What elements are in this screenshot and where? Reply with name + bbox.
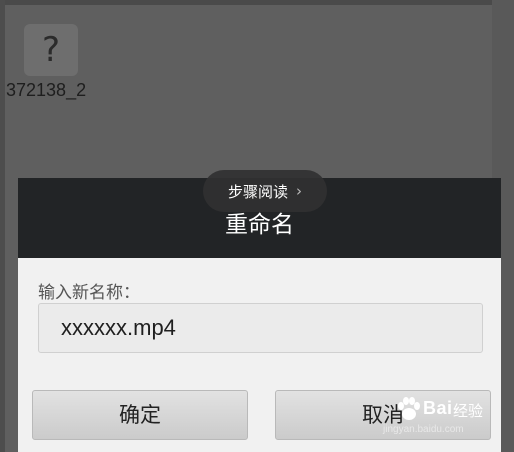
unknown-file-icon[interactable]: ? [24, 24, 78, 76]
baidu-paw-icon [398, 397, 420, 420]
new-name-input[interactable] [38, 303, 483, 353]
question-mark-glyph: ? [41, 30, 61, 70]
file-name-label: 372138_2 [6, 80, 87, 100]
window-left-edge [0, 0, 5, 452]
chevron-right-icon: › [296, 182, 302, 200]
watermark-brand: Bai [423, 398, 453, 418]
step-reading-button[interactable]: 步骤阅读 › [203, 170, 327, 212]
new-name-prompt: 输入新名称： [38, 283, 140, 303]
watermark-suffix: 经验 [453, 402, 484, 420]
step-reading-label: 步骤阅读 [227, 182, 288, 201]
baidu-jingyan-watermark: Bai 经验 jingyan.baidu.com [383, 394, 493, 444]
window-top-edge [0, 0, 514, 5]
confirm-button[interactable]: 确定 [32, 390, 248, 440]
watermark-url: jingyan.baidu.com [383, 424, 464, 435]
